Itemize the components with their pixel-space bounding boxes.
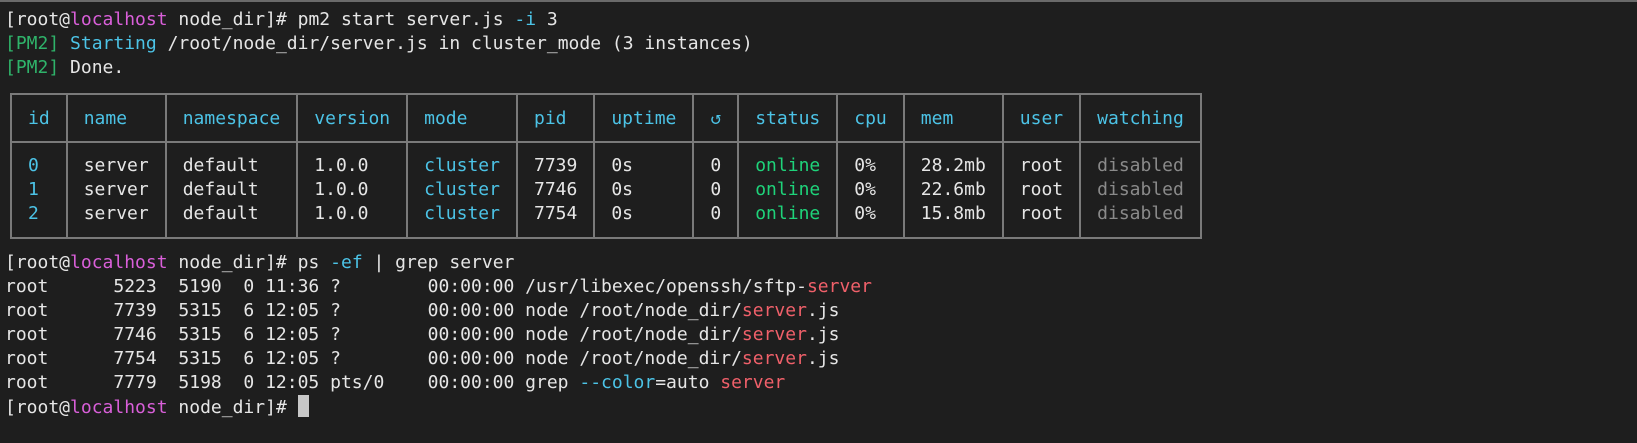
cell-cpu: 0%	[836, 202, 905, 239]
cell-mem: 22.6mb	[902, 178, 1004, 202]
text-cursor[interactable]	[297, 395, 309, 417]
command-arg: 3	[536, 9, 558, 30]
cell-uptime: 0s	[593, 142, 695, 178]
pm2-tag: [PM2]	[5, 33, 60, 54]
prompt-host: localhost	[70, 252, 168, 273]
cell-status: online	[737, 202, 839, 239]
ps-output-line: root 7754 5315 6 12:05 ? 00:00:00 node /…	[5, 348, 840, 369]
header-cpu: cpu	[836, 93, 905, 143]
ps-output-line: root 7779 5198 0 12:05 pts/0 00:00:00 gr…	[5, 372, 786, 393]
grep-match: server	[741, 300, 807, 321]
cell-namespace: default	[164, 142, 299, 178]
header-version: version	[296, 93, 409, 143]
grep-flag: --color	[579, 372, 656, 393]
active-prompt-line[interactable]: [root@localhost node_dir]#	[5, 395, 1632, 419]
command-text: pm2 start server.js	[297, 9, 515, 30]
cell-mode: cluster	[406, 178, 518, 202]
cell-name: server	[65, 142, 167, 178]
header-restarts-icon: ↺	[692, 93, 740, 143]
cell-user: root	[1001, 178, 1082, 202]
ps-output-line: root 5223 5190 0 11:36 ? 00:00:00 /usr/l…	[5, 276, 872, 297]
header-watching: watching	[1079, 93, 1202, 143]
top-divider	[0, 0, 1637, 2]
cell-pid: 7746	[515, 178, 596, 202]
command-line-pm2-start: [root@localhost node_dir]# pm2 start ser…	[5, 9, 558, 30]
cell-uptime: 0s	[593, 178, 695, 202]
header-mode: mode	[406, 93, 518, 143]
cell-mem: 15.8mb	[902, 202, 1004, 239]
grep-match: server	[806, 276, 872, 297]
header-id: id	[10, 93, 68, 143]
command-flag: -ef	[330, 252, 363, 273]
pm2-tag: [PM2]	[5, 57, 60, 78]
cell-id: 0	[10, 142, 68, 178]
grep-match: server	[741, 324, 807, 345]
cell-namespace: default	[164, 202, 299, 239]
cell-namespace: default	[164, 178, 299, 202]
header-mem: mem	[902, 93, 1004, 143]
cell-mem: 28.2mb	[902, 142, 1004, 178]
grep-match: server	[741, 348, 807, 369]
cell-uptime: 0s	[593, 202, 695, 239]
cell-restarts: 0	[692, 202, 740, 239]
cell-id: 2	[10, 202, 68, 239]
cell-restarts: 0	[692, 178, 740, 202]
cell-user: root	[1001, 202, 1082, 239]
cell-pid: 7754	[515, 202, 596, 239]
cell-status: online	[737, 142, 839, 178]
header-user: user	[1001, 93, 1082, 143]
cell-version: 1.0.0	[296, 178, 409, 202]
ps-output-line: root 7746 5315 6 12:05 ? 00:00:00 node /…	[5, 324, 840, 345]
cell-watching: disabled	[1079, 142, 1202, 178]
cell-version: 1.0.0	[296, 202, 409, 239]
pm2-status-label: Starting	[70, 33, 157, 54]
pm2-output-line: [PM2] Done.	[5, 57, 125, 78]
terminal-window[interactable]: [root@localhost node_dir]# pm2 start ser…	[0, 0, 1637, 443]
pm2-output-line: [PM2] Starting /root/node_dir/server.js …	[5, 33, 753, 54]
prompt-host: localhost	[70, 9, 168, 30]
pm2-process-table: id name namespace version mode pid uptim…	[10, 93, 1202, 239]
cell-version: 1.0.0	[296, 142, 409, 178]
cell-cpu: 0%	[836, 178, 905, 202]
header-uptime: uptime	[593, 93, 695, 143]
cell-user: root	[1001, 142, 1082, 178]
table-row: 1 server default 1.0.0 cluster 7746 0s 0…	[10, 178, 1202, 202]
cell-name: server	[65, 202, 167, 239]
cell-mode: cluster	[406, 142, 518, 178]
cell-id: 1	[10, 178, 68, 202]
cell-watching: disabled	[1079, 202, 1202, 239]
cell-restarts: 0	[692, 142, 740, 178]
header-pid: pid	[515, 93, 596, 143]
header-namespace: namespace	[164, 93, 299, 143]
cell-name: server	[65, 178, 167, 202]
command-line-ps: [root@localhost node_dir]# ps -ef | grep…	[5, 252, 515, 273]
header-name: name	[65, 93, 167, 143]
command-flag: -i	[514, 9, 537, 30]
ps-output-line: root 7739 5315 6 12:05 ? 00:00:00 node /…	[5, 300, 840, 321]
table-row: 0 server default 1.0.0 cluster 7739 0s 0…	[10, 142, 1202, 178]
prompt-host: localhost	[70, 397, 168, 418]
cell-cpu: 0%	[836, 142, 905, 178]
cell-pid: 7739	[515, 142, 596, 178]
cell-watching: disabled	[1079, 178, 1202, 202]
grep-match: server	[720, 372, 786, 393]
table-row: 2 server default 1.0.0 cluster 7754 0s 0…	[10, 202, 1202, 239]
header-status: status	[737, 93, 839, 143]
cell-mode: cluster	[406, 202, 518, 239]
table-header-row: id name namespace version mode pid uptim…	[10, 93, 1202, 143]
cell-status: online	[737, 178, 839, 202]
